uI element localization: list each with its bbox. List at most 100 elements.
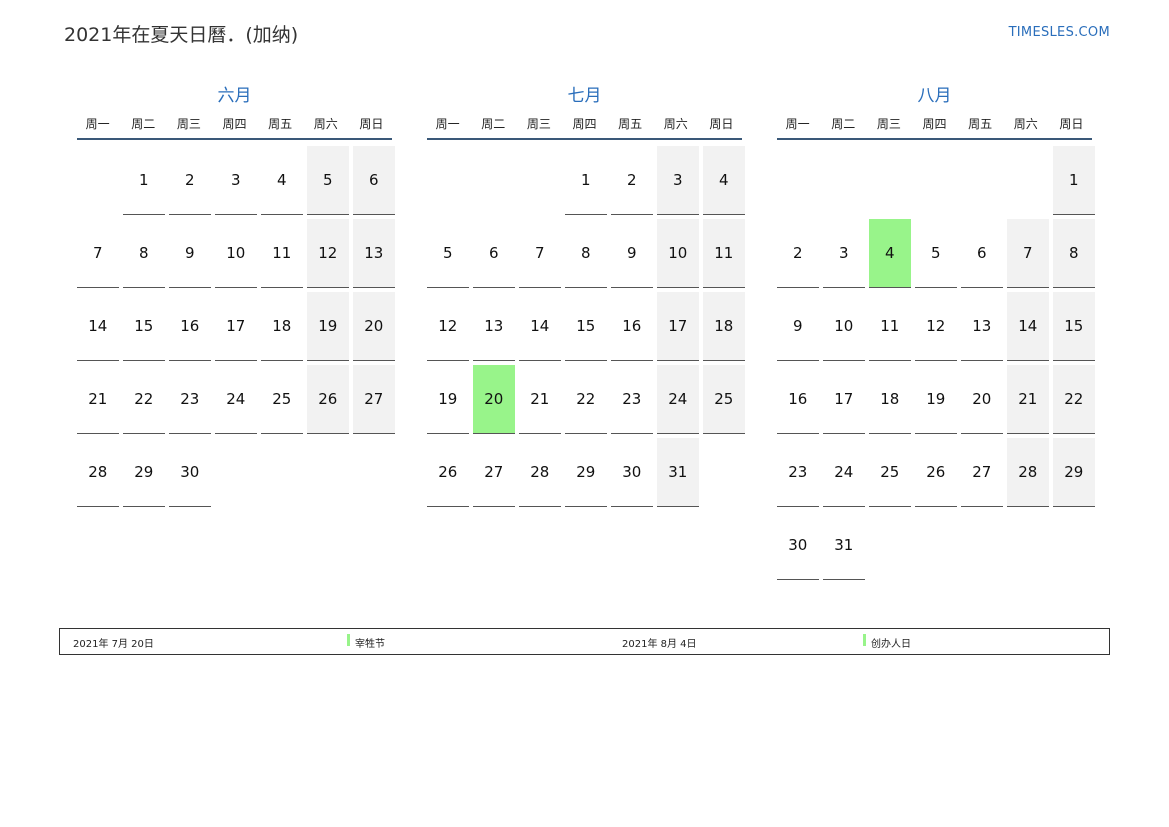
day-cell: 10 (657, 219, 699, 288)
day-cell: 31 (657, 438, 699, 507)
empty-cell (869, 146, 911, 215)
day-cell: 30 (777, 511, 819, 580)
day-cell: 15 (123, 292, 165, 361)
day-cell: 5 (915, 219, 957, 288)
day-cell: 21 (519, 365, 561, 434)
day-cell: 9 (777, 292, 819, 361)
weekday-label: 周日 (359, 116, 384, 131)
day-cell: 28 (519, 438, 561, 507)
day-cell: 26 (915, 438, 957, 507)
weekday-label: 周五 (618, 116, 643, 131)
day-cell: 30 (169, 438, 211, 507)
weekday-header: 周一 周二 周三 周四 周五 周六 周日 (77, 108, 392, 140)
day-grid: 1 2 3 4 5 6 7 8 9 10 11 12 13 14 15 16 17 18 19 20 21 22 23 24 2… (777, 146, 1095, 580)
day-cell: 14 (519, 292, 561, 361)
day-cell: 20 (353, 292, 395, 361)
day-cell: 21 (77, 365, 119, 434)
day-cell: 25 (703, 365, 745, 434)
day-cell: 19 (307, 292, 349, 361)
month-july: 七月 周一 周二 周三 周四 周五 周六 周日 1 2 3 4 5 6 7 8 9 10 11 12 1… (427, 84, 745, 507)
day-cell: 20 (961, 365, 1003, 434)
day-cell: 27 (473, 438, 515, 507)
day-cell: 12 (915, 292, 957, 361)
day-cell: 29 (565, 438, 607, 507)
day-cell: 8 (123, 219, 165, 288)
holiday-legend: 2021年 7月 20日 宰牲节 2021年 8月 4日 创办人日 (59, 628, 1110, 655)
legend-date: 2021年 7月 20日 (73, 639, 154, 650)
weekday-label: 周日 (709, 116, 734, 131)
day-cell: 14 (1007, 292, 1049, 361)
weekday-label: 周二 (481, 116, 506, 131)
day-cell: 2 (777, 219, 819, 288)
day-cell: 25 (869, 438, 911, 507)
weekday-label: 周六 (1013, 116, 1038, 131)
holiday-day-cell: 20 (473, 365, 515, 434)
day-cell: 2 (611, 146, 653, 215)
weekday-label: 周四 (572, 116, 597, 131)
empty-cell (823, 146, 865, 215)
day-cell: 2 (169, 146, 211, 215)
day-cell: 27 (961, 438, 1003, 507)
day-cell: 25 (261, 365, 303, 434)
day-cell: 13 (473, 292, 515, 361)
weekday-label: 周一 (85, 116, 110, 131)
day-cell: 19 (427, 365, 469, 434)
weekday-label: 周一 (785, 116, 810, 131)
empty-cell (519, 146, 561, 215)
day-cell: 15 (1053, 292, 1095, 361)
day-cell: 10 (215, 219, 257, 288)
weekday-label: 周三 (876, 116, 901, 131)
empty-cell (961, 146, 1003, 215)
day-cell: 15 (565, 292, 607, 361)
day-cell: 5 (307, 146, 349, 215)
day-cell: 8 (565, 219, 607, 288)
empty-cell (473, 146, 515, 215)
day-cell: 23 (777, 438, 819, 507)
day-cell: 27 (353, 365, 395, 434)
day-cell: 13 (353, 219, 395, 288)
day-cell: 1 (1053, 146, 1095, 215)
day-cell: 30 (611, 438, 653, 507)
day-cell: 11 (703, 219, 745, 288)
day-cell: 24 (215, 365, 257, 434)
day-cell: 23 (611, 365, 653, 434)
day-cell: 5 (427, 219, 469, 288)
weekday-label: 周二 (831, 116, 856, 131)
empty-cell (915, 146, 957, 215)
empty-cell (427, 146, 469, 215)
day-cell: 16 (777, 365, 819, 434)
day-cell: 13 (961, 292, 1003, 361)
day-cell: 22 (123, 365, 165, 434)
legend-holiday-name: 创办人日 (871, 639, 911, 650)
day-cell: 1 (565, 146, 607, 215)
day-cell: 16 (169, 292, 211, 361)
day-cell: 17 (215, 292, 257, 361)
holiday-color-swatch (863, 634, 866, 646)
month-name: 六月 (217, 86, 252, 106)
holiday-day-cell: 4 (869, 219, 911, 288)
day-cell: 16 (611, 292, 653, 361)
day-cell: 18 (869, 365, 911, 434)
day-cell: 11 (869, 292, 911, 361)
day-cell: 23 (169, 365, 211, 434)
day-cell: 29 (123, 438, 165, 507)
day-cell: 6 (473, 219, 515, 288)
brand-link[interactable]: TIMESLES.COM (1009, 25, 1110, 40)
day-cell: 29 (1053, 438, 1095, 507)
weekday-label: 周二 (131, 116, 156, 131)
day-cell: 9 (169, 219, 211, 288)
day-cell: 7 (519, 219, 561, 288)
empty-cell (1007, 146, 1049, 215)
day-cell: 10 (823, 292, 865, 361)
month-name: 七月 (567, 86, 602, 106)
weekday-label: 周三 (526, 116, 551, 131)
day-cell: 22 (1053, 365, 1095, 434)
legend-holiday-name: 宰牲节 (355, 639, 385, 650)
empty-cell (77, 146, 119, 215)
empty-cell (777, 146, 819, 215)
day-cell: 18 (261, 292, 303, 361)
month-june: 六月 周一 周二 周三 周四 周五 周六 周日 1 2 3 4 5 6 7 8 9 10 11 12 1… (77, 84, 395, 507)
weekday-label: 周一 (435, 116, 460, 131)
month-name: 八月 (917, 86, 952, 106)
weekday-header: 周一 周二 周三 周四 周五 周六 周日 (427, 108, 742, 140)
